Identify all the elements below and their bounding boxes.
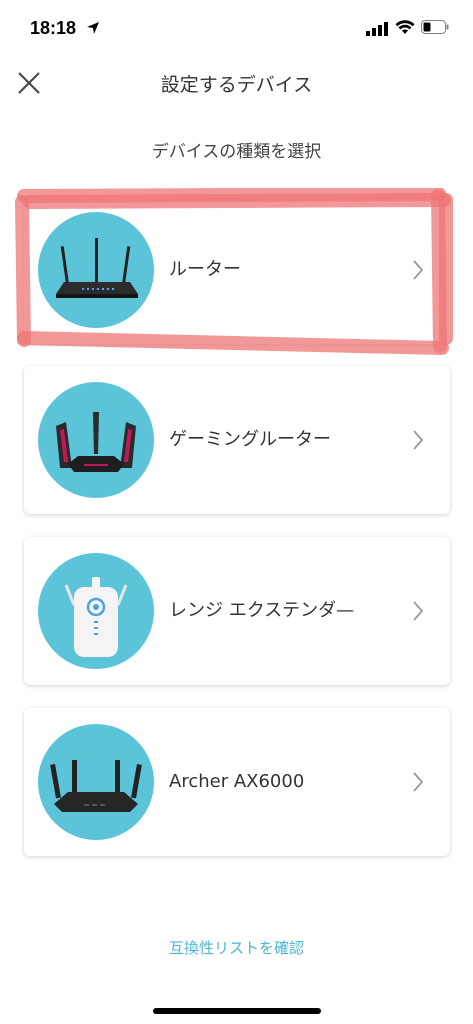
chevron-right-icon bbox=[412, 600, 424, 622]
device-option-archer-ax6000[interactable]: Archer AX6000 bbox=[24, 708, 450, 856]
home-indicator[interactable] bbox=[153, 1008, 321, 1014]
location-arrow-icon bbox=[86, 20, 100, 34]
compatibility-list-link[interactable]: 互換性リストを確認 bbox=[0, 937, 473, 958]
gaming-router-icon bbox=[38, 382, 154, 498]
device-label: ルーター bbox=[169, 259, 241, 280]
chevron-right-icon bbox=[412, 429, 424, 451]
archer-router-icon bbox=[38, 724, 154, 840]
status-time: 18:18 bbox=[30, 18, 77, 38]
router-icon bbox=[38, 212, 154, 328]
range-extender-icon bbox=[38, 553, 154, 669]
device-option-router[interactable]: ルーター bbox=[24, 196, 450, 344]
section-subtitle: デバイスの種類を選択 bbox=[151, 142, 322, 162]
device-option-gaming-router[interactable]: ゲーミングルーター bbox=[24, 366, 450, 514]
cellular-signal-icon bbox=[366, 21, 388, 40]
chevron-right-icon bbox=[412, 259, 424, 281]
status-bar: 18:18 bbox=[0, 0, 473, 58]
wifi-icon bbox=[395, 19, 415, 38]
chevron-right-icon bbox=[412, 771, 424, 793]
device-label: ゲーミングルーター bbox=[169, 429, 331, 450]
device-label: Archer AX6000 bbox=[169, 771, 305, 792]
page-title: 設定するデバイス bbox=[160, 74, 313, 96]
battery-icon bbox=[421, 19, 449, 38]
device-option-range-extender[interactable]: レンジ エクステンダ— bbox=[24, 537, 450, 685]
device-label: レンジ エクステンダ— bbox=[169, 600, 355, 621]
